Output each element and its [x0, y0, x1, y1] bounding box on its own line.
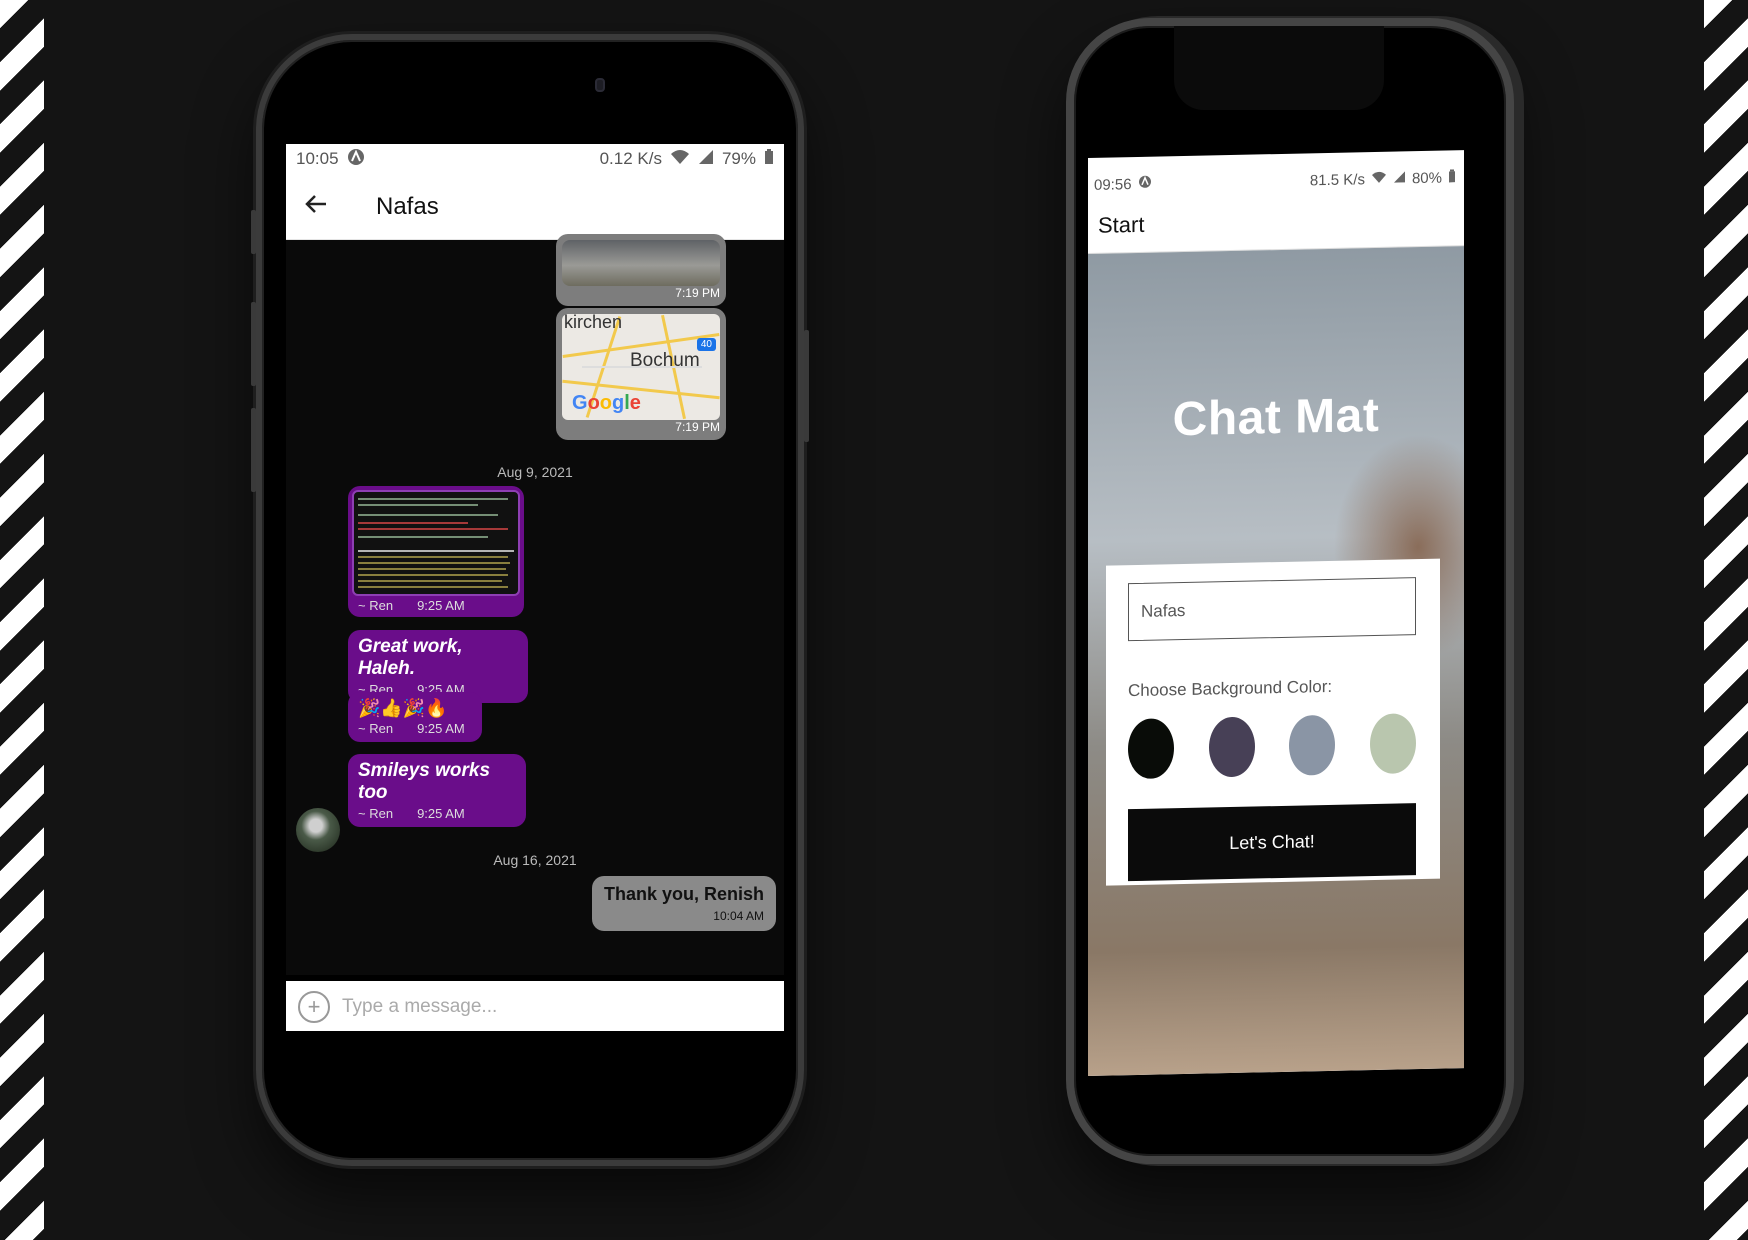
phone-notch — [1174, 26, 1384, 110]
screenshot-message[interactable]: ~ Ren 9:25 AM — [348, 486, 524, 617]
message-meta: ~ Ren 9:25 AM — [358, 806, 516, 821]
sender-name: ~ Ren — [358, 721, 394, 736]
status-time: 09:56 — [1094, 176, 1132, 194]
message-time: 9:25 AM — [417, 721, 465, 736]
google-logo: Google — [572, 392, 641, 414]
sender-name: ~ Ren — [358, 598, 394, 613]
message-time: 7:19 PM — [675, 420, 720, 434]
emoji-message[interactable]: 🎉👍🎉🔥 ~ Ren 9:25 AM — [348, 692, 482, 742]
color-swatch-black[interactable] — [1128, 718, 1174, 780]
wifi-icon — [670, 149, 690, 170]
terminal-screenshot — [352, 490, 520, 596]
message-meta: ~ Ren 9:25 AM — [352, 598, 520, 613]
map-preview: kirchen Bochum 40 Google — [562, 314, 720, 420]
date-separator: Aug 9, 2021 — [497, 464, 573, 480]
message-text: Smileys works too — [358, 760, 491, 803]
message-text: 🎉👍🎉🔥 — [358, 698, 448, 718]
front-camera — [595, 78, 605, 92]
volume-down-button — [251, 408, 256, 492]
start-screen: 09:56 81.5 K/s 80% Start Chat Mat Nafas … — [1088, 150, 1464, 1077]
wifi-icon — [1371, 171, 1387, 188]
highway-shield: 40 — [696, 338, 716, 351]
battery-percent: 79% — [721, 149, 756, 168]
chat-title: Nafas — [376, 192, 439, 220]
message-input-bar[interactable]: + Type a message... — [286, 981, 784, 1031]
power-button — [804, 330, 809, 442]
message-input[interactable]: Type a message... — [342, 996, 497, 1018]
map-label-city: Bochum — [630, 350, 700, 371]
chat-app-bar: Nafas — [286, 174, 784, 240]
background-image: Chat Mat Nafas Choose Background Color: … — [1088, 246, 1464, 1077]
color-swatches — [1128, 713, 1416, 780]
app-notification-icon — [1138, 175, 1152, 193]
text-message-sent[interactable]: Thank you, Renish 10:04 AM — [591, 876, 776, 931]
add-attachment-icon[interactable]: + — [298, 991, 330, 1023]
signal-icon — [1393, 170, 1406, 187]
network-speed: 0.12 K/s — [599, 149, 662, 168]
battery-icon — [1448, 169, 1456, 186]
app-title: Chat Mat — [1172, 388, 1380, 447]
phone-chat: 10:05 0.12 K/s 79% Nafas 7:19 PM kirchen… — [251, 34, 809, 1166]
message-text: Thank you, Renish — [603, 884, 764, 904]
side-button — [251, 210, 256, 254]
decorative-stripes-left — [0, 0, 44, 1240]
start-chat-button[interactable]: Let's Chat! — [1128, 803, 1416, 882]
message-time: 7:19 PM — [675, 286, 720, 300]
message-list[interactable]: 7:19 PM kirchen Bochum 40 Google 7:19 PM… — [286, 234, 784, 975]
arrow-left-icon[interactable] — [304, 191, 344, 223]
color-swatch-blue-gray[interactable] — [1289, 714, 1336, 776]
date-separator: Aug 16, 2021 — [493, 852, 577, 868]
color-swatch-green[interactable] — [1369, 713, 1416, 775]
name-input[interactable]: Nafas — [1128, 577, 1416, 642]
message-time: 10:04 AM — [713, 909, 764, 923]
app-notification-icon — [347, 148, 365, 171]
message-time: 9:25 AM — [417, 806, 465, 821]
volume-up-button — [251, 302, 256, 386]
text-message[interactable]: Smileys works too ~ Ren 9:25 AM — [348, 754, 526, 827]
message-text: Great work, Haleh. — [358, 636, 463, 679]
location-message[interactable]: kirchen Bochum 40 Google 7:19 PM — [556, 308, 726, 440]
sender-name: ~ Ren — [358, 806, 394, 821]
battery-percent: 80% — [1411, 169, 1442, 188]
background-color-label: Choose Background Color: — [1128, 676, 1333, 701]
message-meta: ~ Ren 9:25 AM — [358, 721, 472, 736]
chat-screen: 10:05 0.12 K/s 79% Nafas 7:19 PM kirchen… — [286, 144, 784, 1031]
sky-photo — [562, 240, 720, 286]
screen-title: Start — [1098, 211, 1145, 238]
network-speed: 81.5 K/s — [1309, 171, 1365, 190]
status-time: 10:05 — [296, 149, 339, 168]
decorative-stripes-right — [1704, 0, 1748, 1240]
color-swatch-purple[interactable] — [1208, 716, 1255, 778]
signal-icon — [698, 149, 714, 170]
message-time: 9:25 AM — [417, 598, 465, 613]
start-form-card: Nafas Choose Background Color: Let's Cha… — [1106, 558, 1440, 886]
phone-start: 09:56 81.5 K/s 80% Start Chat Mat Nafas … — [1066, 18, 1514, 1164]
avatar[interactable] — [296, 808, 340, 852]
status-bar: 10:05 0.12 K/s 79% — [286, 144, 784, 174]
start-app-bar: Start — [1088, 190, 1464, 254]
image-message[interactable]: 7:19 PM — [556, 234, 726, 306]
map-label-top: kirchen — [564, 314, 623, 332]
battery-icon — [764, 148, 774, 170]
